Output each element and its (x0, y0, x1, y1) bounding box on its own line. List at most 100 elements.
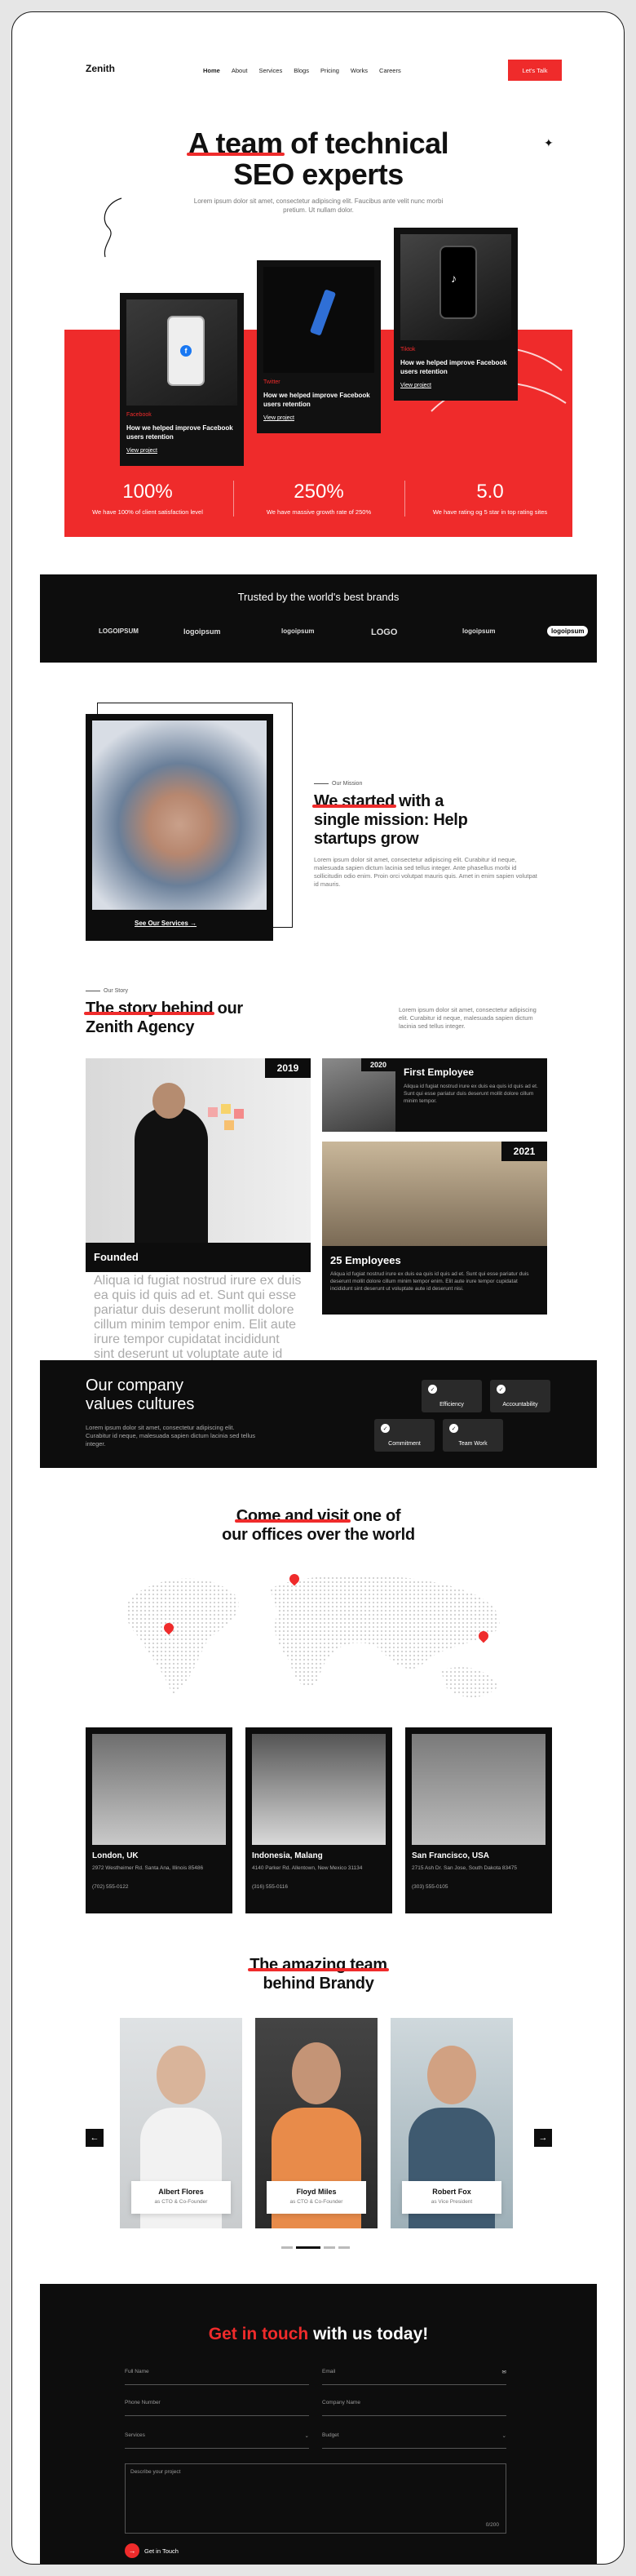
carousel-dot[interactable] (324, 2246, 335, 2249)
story-title-rest: our (213, 1000, 244, 1018)
full-name-field[interactable]: Full Name (125, 2369, 309, 2385)
team-title-highlight: The amazing team (248, 1956, 389, 1974)
landing-page: Zenith Home About Services Blogs Pricing… (40, 40, 597, 2564)
carousel-next-button[interactable]: → (534, 2129, 552, 2147)
brands-section: Trusted by the world's best brands LOGOI… (40, 574, 597, 663)
mission-title-line-3: startups grow (314, 830, 419, 848)
story-card-desc: Aliqua id fugiat nostrud irure ex duis e… (404, 1084, 538, 1104)
stats-row: 100% We have 100% of client satisfaction … (82, 481, 555, 517)
project-card-twitter[interactable]: Twitter How we helped improve Facebook u… (257, 260, 381, 433)
team-title-line-2: behind Brandy (263, 1975, 374, 1993)
hero-title-line-2: SEO experts (233, 157, 404, 191)
chip-efficiency: ✓ Efficiency (422, 1380, 482, 1412)
culture-body: Lorem ipsum dolor sit amet, consectetur … (86, 1424, 256, 1448)
phone-field[interactable]: Phone Number (125, 2400, 309, 2416)
nav-works[interactable]: Works (351, 67, 368, 74)
mission-kicker: Our Mission (314, 781, 362, 787)
office-name: London, UK (92, 1851, 139, 1860)
story-card-title: Founded (94, 1251, 139, 1263)
carousel-dot[interactable] (281, 2246, 293, 2249)
team-member-card[interactable]: Floyd Miles as CTO & Co-Founder (255, 2018, 378, 2228)
card-title: How we helped improve Facebook users ret… (263, 392, 370, 408)
email-field[interactable]: Email ✉ (322, 2369, 506, 2385)
office-name: Indonesia, Malang (252, 1851, 323, 1860)
logo[interactable]: Zenith (86, 63, 115, 74)
nav-about[interactable]: About (232, 67, 248, 74)
carousel-dot[interactable] (338, 2246, 350, 2249)
offices-title-highlight: Come and visit (234, 1507, 351, 1525)
culture-section: Our company values cultures Lorem ipsum … (40, 1360, 597, 1468)
story-year: 2019 (265, 1058, 311, 1078)
check-icon: ✓ (428, 1385, 437, 1394)
services-select[interactable]: Services ⌄ (125, 2432, 309, 2449)
chip-team-work: ✓ Team Work (443, 1419, 503, 1452)
sparkle-icon: ✦ (544, 136, 554, 149)
office-image (92, 1734, 226, 1845)
brand-logo: LOGO (371, 627, 398, 637)
contact-title-highlight: Get in touch (208, 2325, 309, 2343)
arrow-right-icon: → (190, 920, 197, 927)
hero-title-rest: of technical (282, 126, 449, 160)
card-image-facebook: f (126, 299, 237, 406)
member-photo (292, 2042, 341, 2104)
stat-divider (232, 481, 234, 517)
nav-blogs[interactable]: Blogs (294, 67, 309, 74)
company-field[interactable]: Company Name (322, 2400, 506, 2416)
nav-home[interactable]: Home (203, 67, 220, 74)
offices-title-rest: one of (348, 1507, 401, 1525)
check-icon: ✓ (497, 1385, 506, 1394)
view-project-link[interactable]: View project (126, 448, 157, 454)
project-card-facebook[interactable]: f Facebook How we helped improve Faceboo… (120, 293, 244, 466)
mail-icon: ✉ (501, 2370, 506, 2375)
carousel-prev-button[interactable]: ← (86, 2129, 104, 2147)
office-image (252, 1734, 386, 1845)
contact-section: Get in touch with us today! Full Name Em… (40, 2284, 597, 2564)
team-member-card[interactable]: Robert Fox as Vice President (391, 2018, 513, 2228)
contact-title: Get in touch with us today! (40, 2325, 597, 2344)
card-image-tiktok: ♪ (400, 234, 511, 340)
contact-title-rest: with us today! (308, 2325, 429, 2343)
team-title: The amazing team behind Brandy (40, 1956, 597, 1993)
browser-frame: Zenith Home About Services Blogs Pricing… (11, 11, 625, 2565)
see-services-button[interactable]: See Our Services → (135, 920, 197, 927)
stat-rating: 5.0 We have rating og 5 star in top ratin… (432, 481, 548, 516)
story-image-2019 (86, 1058, 311, 1243)
story-card-title: First Employee (404, 1066, 475, 1078)
tiktok-icon: ♪ (451, 272, 457, 285)
brand-logo: LOGOIPSUM (99, 627, 139, 635)
member-info: Albert Flores as CTO & Co-Founder (131, 2181, 231, 2214)
story-kicker: Our Story (86, 988, 128, 994)
office-card-london[interactable]: London, UK 2972 Westheimer Rd. Santa Ana… (86, 1727, 232, 1913)
mission-title: We started with a single mission: Help s… (312, 792, 542, 849)
story-card-2021: 2021 25 Employees Aliqua id fugiat nostr… (322, 1142, 547, 1315)
get-in-touch-button[interactable]: → Get in Touch (125, 2543, 179, 2558)
card-tag: Twitter (263, 379, 280, 385)
lets-talk-button[interactable]: Let's Talk (508, 60, 562, 81)
squiggle-decoration (104, 197, 122, 258)
office-card-san-francisco[interactable]: San Francisco, USA 2715 Ash Dr. San Jose… (405, 1727, 552, 1913)
stat-growth: 250% We have massive growth rate of 250% (266, 481, 372, 516)
mission-title-rest: with a (394, 792, 444, 810)
team-member-card[interactable]: Albert Flores as CTO & Co-Founder (120, 2018, 242, 2228)
story-year: 2020 (361, 1058, 395, 1071)
office-phone: (702) 555-0122 (92, 1884, 129, 1890)
budget-select[interactable]: Budget ⌄ (322, 2432, 506, 2449)
story-card-2020: 2020 First Employee Aliqua id fugiat nos… (322, 1058, 547, 1132)
office-name: San Francisco, USA (412, 1851, 490, 1860)
chevron-down-icon: ⌄ (501, 2433, 506, 2439)
project-card-tiktok[interactable]: ♪ Tiktok How we helped improve Facebook … (394, 228, 518, 401)
view-project-link[interactable]: View project (263, 415, 294, 421)
stat-divider (404, 481, 405, 517)
arrow-right-icon: → (125, 2543, 139, 2558)
nav-pricing[interactable]: Pricing (320, 67, 339, 74)
carousel-dot-active[interactable] (296, 2246, 320, 2249)
char-counter: 0/200 (485, 2522, 499, 2528)
member-info: Floyd Miles as CTO & Co-Founder (267, 2181, 366, 2214)
facebook-icon: f (180, 345, 192, 357)
nav-services[interactable]: Services (258, 67, 282, 74)
culture-title-line-1: Our company (86, 1377, 184, 1394)
office-card-malang[interactable]: Indonesia, Malang 4140 Parker Rd. Allent… (245, 1727, 392, 1913)
project-textarea[interactable]: Describe your project 0/200 (125, 2463, 506, 2534)
view-project-link[interactable]: View project (400, 383, 431, 388)
nav-careers[interactable]: Careers (379, 67, 401, 74)
